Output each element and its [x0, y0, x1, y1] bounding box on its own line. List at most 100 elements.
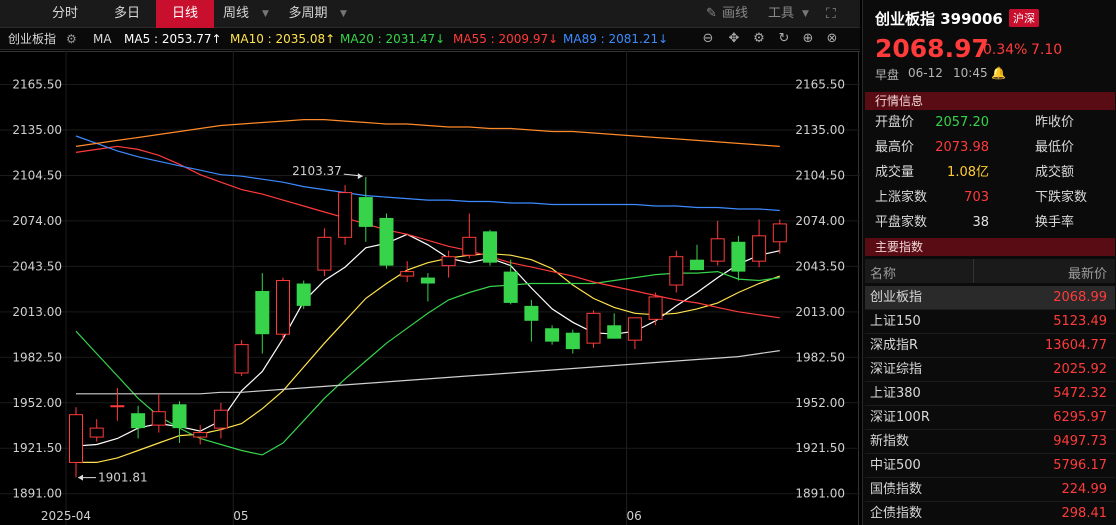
index-row[interactable]: 中证500 5796.17	[865, 454, 1115, 478]
chevron-down-icon[interactable]: ▼	[802, 0, 809, 28]
quote-label-2: 成交额	[1035, 165, 1075, 180]
candle-body	[379, 217, 394, 266]
settings-icon[interactable]: ⚙	[751, 31, 767, 47]
high-label: 2103.37	[292, 164, 342, 178]
candle-body	[710, 238, 725, 262]
y-tick-label: 2043.50	[12, 259, 62, 273]
quote-row: 开盘价 2057.20 昨收价	[875, 110, 1115, 135]
quote-value: 2073.98	[935, 140, 989, 155]
candle-body	[420, 277, 435, 284]
tools-button[interactable]: 工具	[768, 0, 794, 28]
index-name: 中证500	[870, 458, 921, 473]
candle-body	[193, 432, 208, 438]
ma-index-name: 创业板指	[8, 32, 57, 46]
quote-label-2: 昨收价	[1035, 115, 1075, 130]
low-label: 1901.81	[98, 471, 148, 485]
y-tick-label: 1891.00	[12, 487, 62, 501]
index-name: 企债指数	[870, 506, 923, 521]
y-tick-label: 1982.50	[795, 350, 845, 364]
ma-type-label[interactable]: MA	[93, 28, 112, 50]
tab-multi-day[interactable]: 多日	[100, 0, 154, 28]
candle	[586, 310, 601, 348]
x-tick-label: 2025-04	[41, 509, 91, 523]
quote-value: 1.08亿	[947, 165, 989, 180]
candle-body	[172, 404, 187, 429]
draw-line-button[interactable]: 画线	[722, 0, 748, 28]
index-value: 2068.99	[1053, 290, 1107, 305]
gear-icon[interactable]: ⚙	[66, 28, 77, 50]
index-value: 298.41	[1061, 506, 1108, 521]
candle-body	[462, 236, 477, 256]
chevron-down-icon[interactable]: ▼	[340, 0, 347, 28]
y-tick-label: 2013.00	[12, 305, 62, 319]
candle-body	[648, 296, 663, 320]
quote-row: 平盘家数 38 换手率	[875, 210, 1115, 235]
ma5-value: MA5 : 2053.77↑	[124, 32, 222, 46]
y-tick-label: 2165.50	[12, 78, 62, 92]
candle-body	[213, 409, 228, 429]
ma89-value: MA89 : 2081.21↓	[563, 32, 669, 46]
tab-daily[interactable]: 日线	[156, 0, 214, 28]
quote-row: 最高价 2073.98 最低价	[875, 135, 1115, 160]
index-row[interactable]: 上证380 5472.32	[865, 382, 1115, 406]
y-tick-label: 2104.50	[795, 168, 845, 182]
candle-body	[524, 305, 539, 321]
move-icon[interactable]: ✥	[726, 31, 742, 47]
index-row[interactable]: 深证100R 6295.97	[865, 406, 1115, 430]
index-row[interactable]: 深成指R 13604.77	[865, 334, 1115, 358]
close-icon[interactable]: ⊗	[824, 31, 840, 47]
candle-body	[731, 241, 746, 272]
pencil-icon[interactable]: ✎	[706, 0, 717, 28]
index-name: 深成指R	[870, 338, 919, 353]
refresh-icon[interactable]: ↻	[776, 31, 792, 47]
y-tick-label: 1891.00	[795, 487, 845, 501]
candle	[338, 185, 353, 245]
candle-body	[483, 231, 497, 263]
quote-value: 38	[972, 215, 989, 230]
ma10-value: MA10 : 2035.08↑	[230, 32, 336, 46]
candle-body	[565, 332, 580, 350]
candlestick-chart[interactable]: 2165.50 2135.00 2104.50 2074.00 2043.50 2013.…	[0, 51, 860, 525]
y-tick-label: 2104.50	[12, 168, 62, 182]
index-value: 5472.32	[1053, 386, 1107, 401]
y-tick-label: 2074.00	[12, 214, 62, 228]
index-row[interactable]: 创业板指 2068.99	[865, 286, 1115, 310]
candle-body	[338, 192, 353, 238]
tab-weekly[interactable]: 周线	[216, 0, 256, 28]
ma-legend-row: 创业板指 ⚙ MA MA5 : 2053.77↑ MA10 : 2035.08↑…	[0, 28, 860, 50]
zoom-in-icon[interactable]: ⊕	[800, 31, 816, 47]
index-row[interactable]: 深证综指 2025.92	[865, 358, 1115, 382]
candle-body	[545, 328, 560, 342]
y-tick-label: 1952.00	[12, 396, 62, 410]
fullscreen-icon[interactable]: ⛶	[826, 0, 836, 28]
index-row[interactable]: 企债指数 298.41	[865, 502, 1115, 525]
candle	[483, 229, 497, 266]
y-tick-label: 2043.50	[795, 259, 845, 273]
candle-body	[607, 325, 622, 339]
chart-toolbar: 分时 多日 日线 周线 ▼ 多周期 ▼ ✎ 画线 工具 ▼ ⛶	[0, 0, 860, 28]
candle-body	[627, 317, 642, 341]
tab-intraday[interactable]: 分时	[38, 0, 92, 28]
tab-multi-period[interactable]: 多周期	[280, 0, 336, 28]
y-tick-label: 1982.50	[12, 350, 62, 364]
index-name: 上证380	[870, 386, 921, 401]
candle-body	[234, 344, 249, 374]
chevron-down-icon[interactable]: ▼	[262, 0, 269, 28]
zoom-out-icon[interactable]: ⊖	[700, 31, 716, 47]
quote-section-header: 行情信息	[865, 92, 1115, 110]
quote-label-2: 换手率	[1035, 215, 1075, 230]
index-value: 5123.49	[1053, 314, 1107, 329]
bell-icon[interactable]: 🔔	[991, 66, 1006, 80]
index-row[interactable]: 上证150 5123.49	[865, 310, 1115, 334]
candle-body	[151, 411, 166, 426]
index-value: 2025.92	[1053, 362, 1107, 377]
candle	[379, 213, 394, 269]
index-row[interactable]: 新指数 9497.73	[865, 430, 1115, 454]
x-tick-label: 05	[233, 509, 248, 523]
quote-time: 10:45	[953, 66, 988, 80]
index-name: 上证150	[870, 314, 921, 329]
index-row[interactable]: 国债指数 224.99	[865, 478, 1115, 502]
ma20-value: MA20 : 2031.47↓	[340, 32, 446, 46]
index-value: 5796.17	[1053, 458, 1107, 473]
index-table-header: 名称 最新价	[865, 259, 1115, 283]
